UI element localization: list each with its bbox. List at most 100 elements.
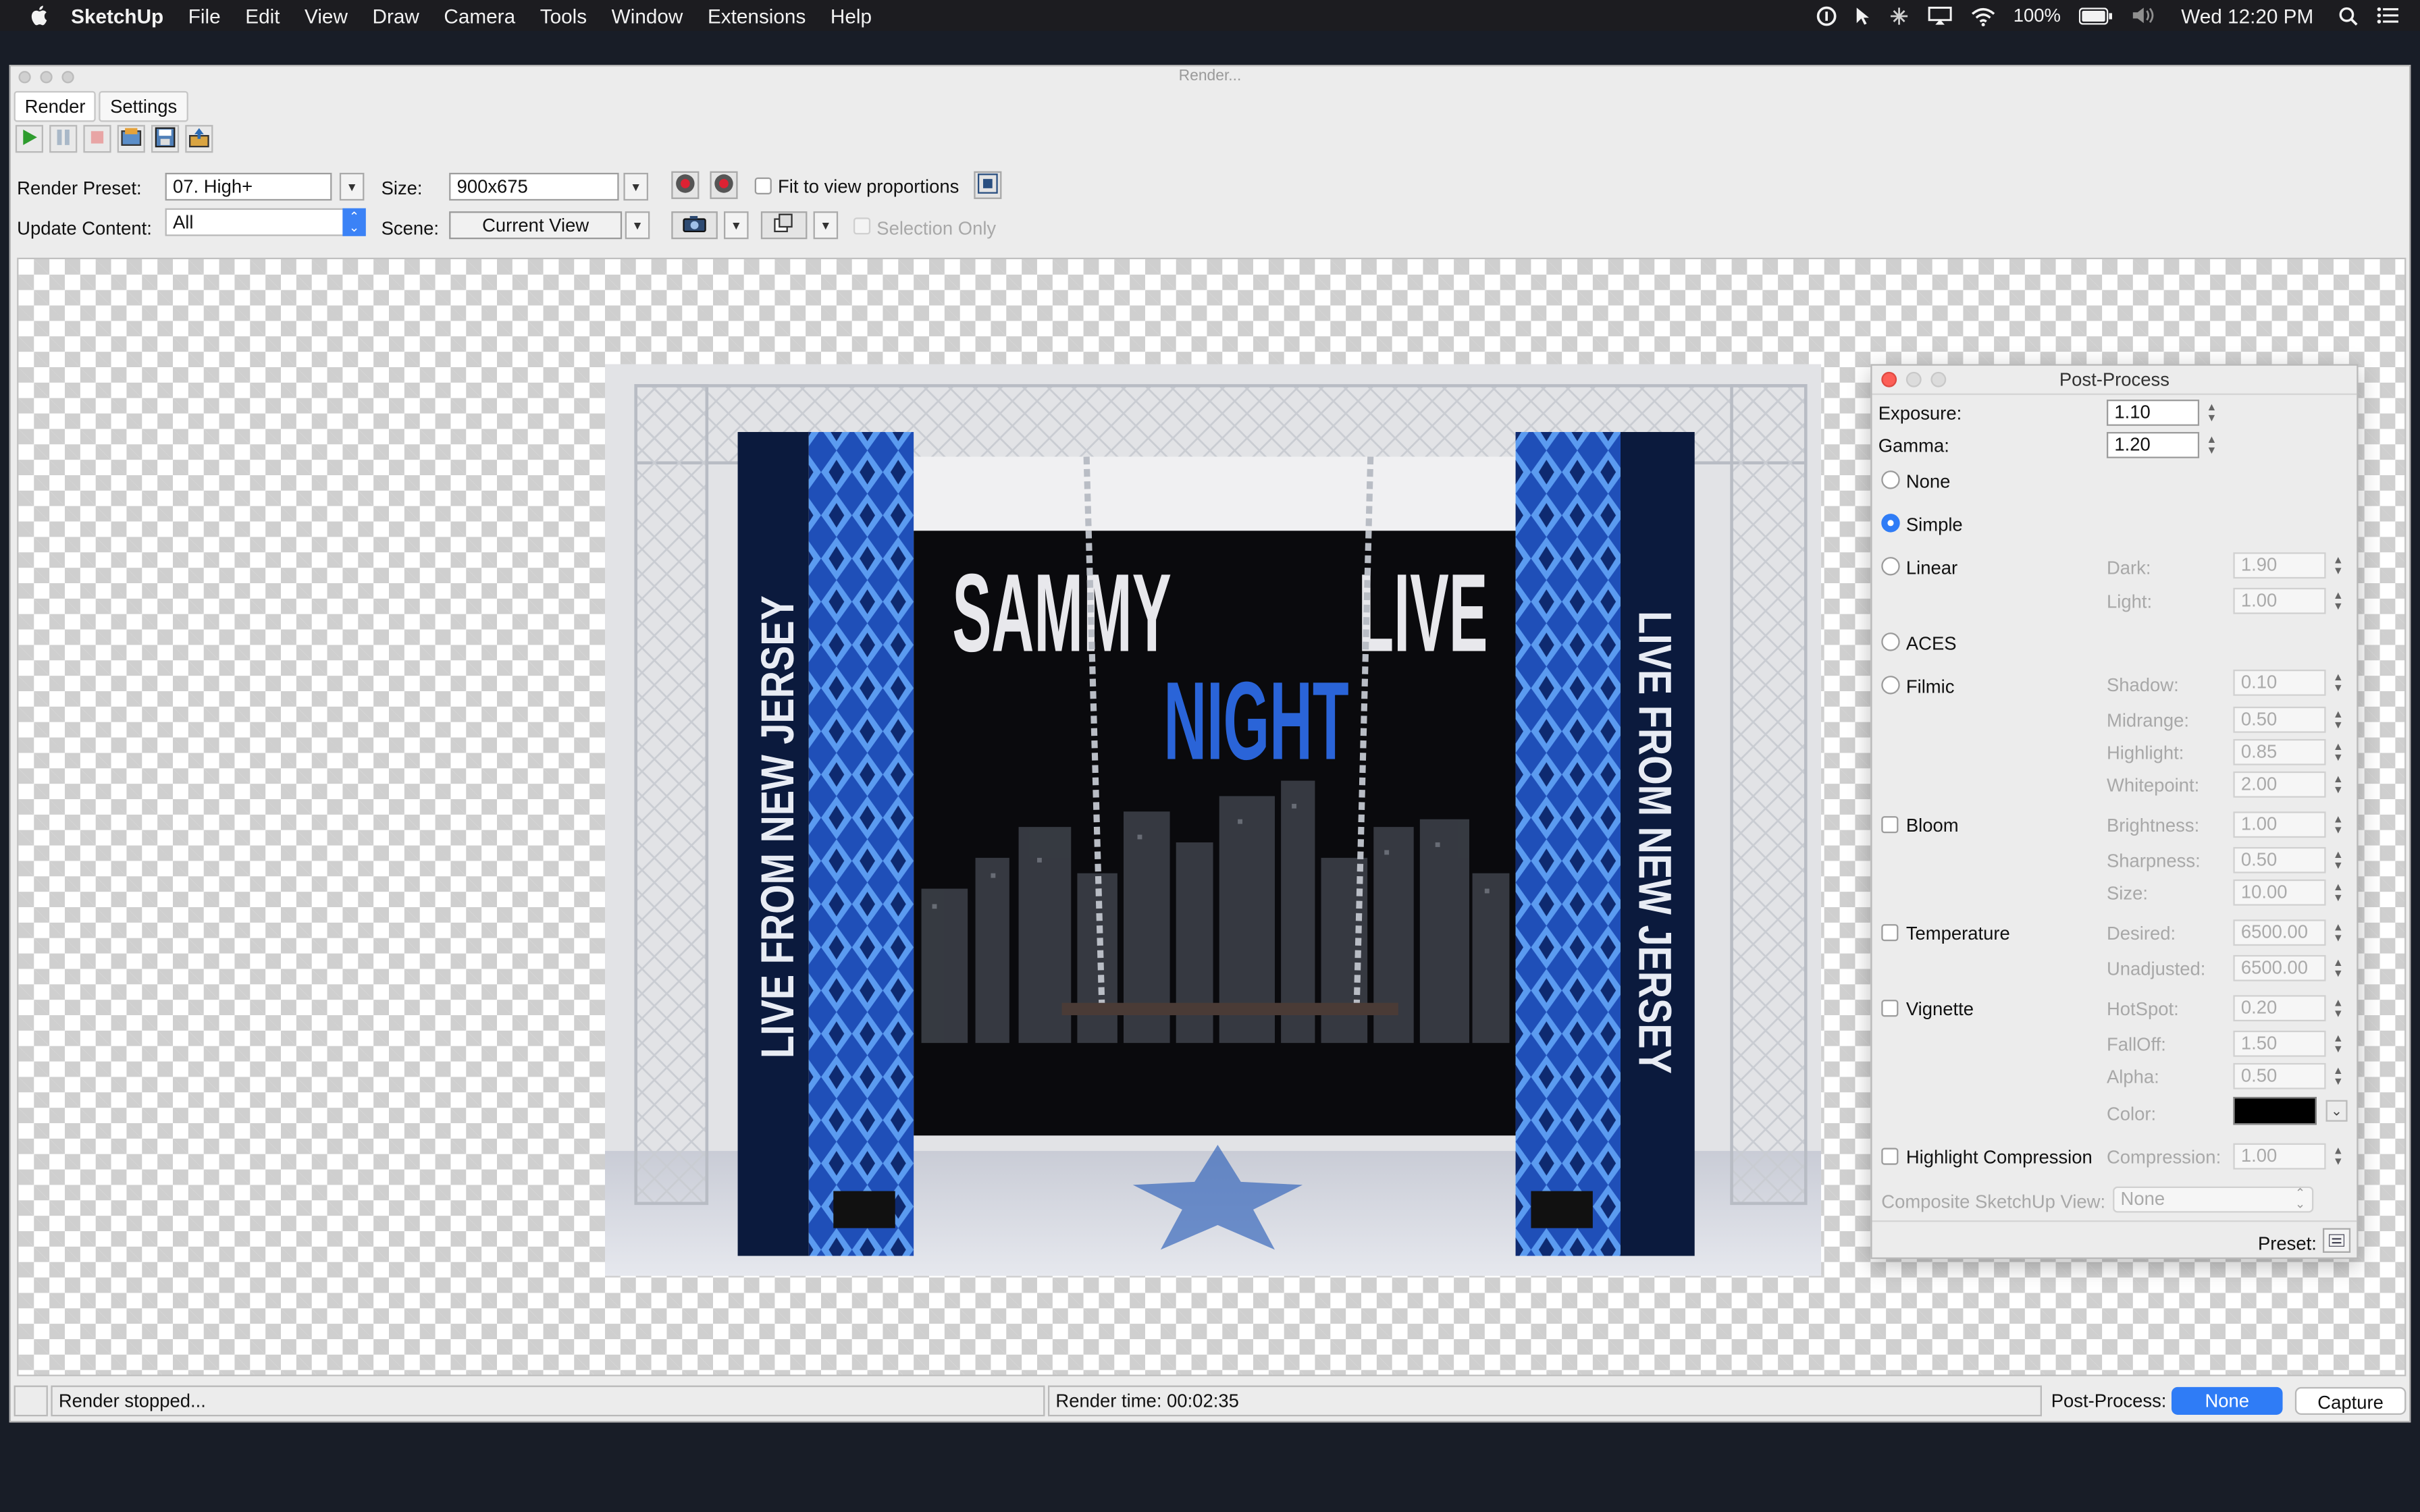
layers-dropdown[interactable]: ▾	[813, 211, 839, 240]
battery-icon[interactable]	[2070, 7, 2123, 24]
gamma-stepper[interactable]: ▲ ▼	[2205, 432, 2217, 458]
linear-light-stepper[interactable]: ▲ ▼	[2332, 588, 2344, 614]
wifi-icon[interactable]	[1961, 5, 2004, 26]
filmic-shadow-stepper[interactable]: ▲ ▼	[2332, 670, 2344, 696]
camera-sync-button[interactable]	[710, 171, 738, 199]
pause-render-button[interactable]	[49, 125, 78, 153]
tonemap-linear-radio[interactable]	[1881, 557, 1900, 576]
tab-settings[interactable]: Settings	[99, 90, 188, 122]
vignette-falloff-stepper[interactable]: ▲ ▼	[2332, 1031, 2344, 1057]
vignette-falloff-field[interactable]: 1.50	[2233, 1030, 2326, 1057]
zoom-icon[interactable]	[1930, 371, 1947, 387]
filmic-highlight-stepper[interactable]: ▲ ▼	[2332, 739, 2344, 765]
linear-light-field[interactable]: 1.00	[2233, 587, 2326, 614]
menu-window[interactable]: Window	[599, 4, 695, 27]
camera-snapshot-button[interactable]	[671, 211, 718, 240]
compression-field[interactable]: 1.00	[2233, 1143, 2326, 1170]
tonemap-filmic-radio[interactable]	[1881, 676, 1900, 695]
menu-camera[interactable]: Camera	[431, 4, 527, 27]
vignette-color-dropdown[interactable]: ⌄	[2325, 1100, 2348, 1122]
filmic-whitepoint-field[interactable]: 2.00	[2233, 771, 2326, 798]
frame-view-button[interactable]	[974, 171, 1002, 199]
export-button[interactable]	[185, 125, 213, 153]
sync-icon[interactable]	[1879, 5, 1918, 26]
minimize-icon[interactable]	[40, 71, 53, 84]
capture-button[interactable]: Capture	[2294, 1386, 2406, 1415]
temperature-unadjusted-field[interactable]: 6500.00	[2233, 954, 2326, 981]
filmic-midrange-field[interactable]: 0.50	[2233, 706, 2326, 733]
render-region-button[interactable]	[117, 125, 145, 153]
vignette-color-swatch[interactable]	[2233, 1097, 2317, 1125]
bloom-size-stepper[interactable]: ▲ ▼	[2332, 880, 2344, 906]
menu-view[interactable]: View	[292, 4, 360, 27]
tonemap-none-radio[interactable]	[1881, 470, 1900, 489]
close-icon[interactable]	[1881, 371, 1897, 387]
highlight-compression-checkbox[interactable]	[1881, 1148, 1899, 1165]
onepassword-icon[interactable]	[1806, 5, 1845, 26]
bloom-sharpness-stepper[interactable]: ▲ ▼	[2332, 847, 2344, 873]
preset-button[interactable]	[2322, 1228, 2351, 1253]
vignette-hotspot-stepper[interactable]: ▲ ▼	[2332, 995, 2344, 1021]
render-preset-dropdown[interactable]: ▾	[339, 172, 365, 201]
vignette-hotspot-field[interactable]: 0.20	[2233, 995, 2326, 1022]
linear-dark-stepper[interactable]: ▲ ▼	[2332, 552, 2344, 578]
update-content-select[interactable]: All	[165, 208, 344, 236]
fit-to-view-checkbox[interactable]	[754, 177, 772, 194]
layers-button[interactable]	[760, 211, 808, 240]
update-content-stepper[interactable]: ⌃ ⌄	[342, 208, 366, 236]
post-process-none-button[interactable]: None	[2171, 1386, 2283, 1415]
gamma-field[interactable]: 1.20	[2106, 431, 2200, 458]
vignette-alpha-field[interactable]: 0.50	[2233, 1062, 2326, 1089]
spotlight-icon[interactable]	[2329, 5, 2367, 26]
linear-dark-field[interactable]: 1.90	[2233, 552, 2326, 579]
airplay-icon[interactable]	[1918, 5, 1961, 26]
apple-icon[interactable]	[28, 5, 49, 26]
stop-render-button[interactable]	[83, 125, 111, 153]
menu-extensions[interactable]: Extensions	[695, 4, 818, 27]
zoom-icon[interactable]	[61, 71, 74, 84]
menu-file[interactable]: File	[176, 4, 232, 27]
bloom-checkbox[interactable]	[1881, 816, 1899, 834]
camera-dropdown[interactable]: ▾	[723, 211, 749, 240]
vignette-alpha-stepper[interactable]: ▲ ▼	[2332, 1063, 2344, 1089]
menu-tools[interactable]: Tools	[527, 4, 599, 27]
compression-stepper[interactable]: ▲ ▼	[2332, 1143, 2344, 1170]
bloom-sharpness-field[interactable]: 0.50	[2233, 846, 2326, 873]
menu-draw[interactable]: Draw	[360, 4, 431, 27]
volume-icon[interactable]	[2122, 6, 2165, 24]
menu-edit[interactable]: Edit	[233, 4, 292, 27]
save-image-button[interactable]	[151, 125, 180, 153]
size-dropdown[interactable]: ▾	[623, 172, 648, 201]
post-process-titlebar[interactable]: Post-Process	[1872, 366, 2357, 396]
tonemap-simple-radio[interactable]	[1881, 514, 1900, 533]
filmic-shadow-field[interactable]: 0.10	[2233, 669, 2326, 696]
bloom-brightness-stepper[interactable]: ▲ ▼	[2332, 811, 2344, 838]
temperature-checkbox[interactable]	[1881, 924, 1899, 942]
camera-lock-button[interactable]	[671, 171, 700, 199]
exposure-stepper[interactable]: ▲ ▼	[2205, 400, 2217, 426]
window-titlebar[interactable]: Render...	[11, 66, 2409, 88]
temperature-desired-stepper[interactable]: ▲ ▼	[2332, 919, 2344, 946]
filmic-midrange-stepper[interactable]: ▲ ▼	[2332, 707, 2344, 733]
selection-only-checkbox[interactable]	[853, 217, 871, 235]
clock[interactable]: Wed 12:20 PM	[2165, 4, 2329, 27]
menu-app[interactable]: SketchUp	[65, 4, 176, 27]
tab-render[interactable]: Render	[14, 90, 97, 122]
render-preset-field[interactable]: 07. High+	[165, 172, 332, 201]
notification-center-icon[interactable]	[2367, 6, 2420, 24]
vignette-checkbox[interactable]	[1881, 1000, 1899, 1017]
composite-view-select[interactable]: None	[2113, 1186, 2314, 1213]
scene-dropdown[interactable]: ▾	[625, 211, 650, 240]
scene-select[interactable]: Current View	[449, 211, 623, 240]
bloom-size-field[interactable]: 10.00	[2233, 879, 2326, 906]
filmic-highlight-field[interactable]: 0.85	[2233, 738, 2326, 765]
exposure-field[interactable]: 1.10	[2106, 399, 2200, 426]
close-icon[interactable]	[18, 71, 31, 84]
temperature-unadjusted-stepper[interactable]: ▲ ▼	[2332, 955, 2344, 981]
temperature-desired-field[interactable]: 6500.00	[2233, 919, 2326, 946]
tonemap-aces-radio[interactable]	[1881, 632, 1900, 651]
menu-help[interactable]: Help	[818, 4, 885, 27]
bloom-brightness-field[interactable]: 1.00	[2233, 811, 2326, 838]
minimize-icon[interactable]	[1905, 371, 1922, 387]
size-field[interactable]: 900x675	[449, 172, 619, 201]
